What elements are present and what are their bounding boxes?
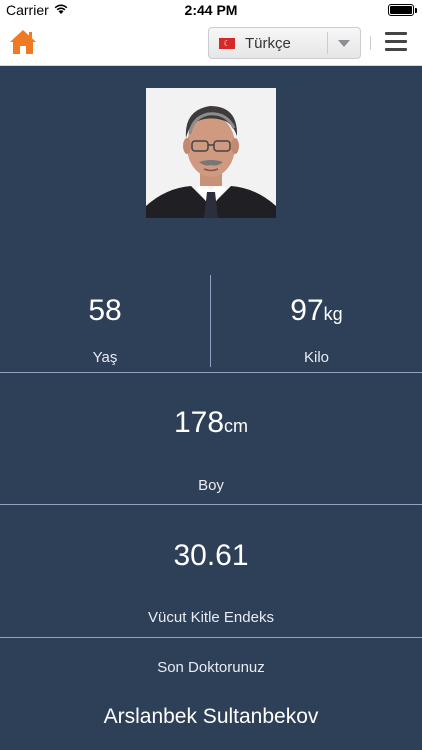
turkey-flag-icon: ☾: [219, 38, 235, 49]
bmi-label: Vücut Kitle Endeks: [148, 609, 274, 626]
hamburger-menu-icon[interactable]: [385, 32, 407, 52]
weight-number: 97: [290, 294, 324, 327]
divider-3: [0, 637, 422, 638]
weight-value: 97kg: [211, 294, 422, 328]
age-label: Yaş: [92, 349, 118, 366]
language-select-divider: [327, 32, 328, 54]
height-value: 178cm: [0, 406, 422, 440]
weight-label: Kilo: [303, 349, 329, 366]
weight-unit: kg: [323, 304, 343, 324]
age-value: 58: [0, 294, 210, 328]
height-number: 178: [173, 406, 225, 439]
last-doctor-label: Son Doktorunuz: [157, 659, 265, 676]
top-nav: ☾ Türkçe: [0, 20, 422, 66]
height-unit: cm: [224, 416, 249, 436]
bmi-value: 30.61: [173, 539, 249, 572]
status-bar: Carrier 2:44 PM: [0, 0, 422, 20]
status-time: 2:44 PM: [184, 2, 238, 18]
divider-1: [0, 372, 422, 373]
age-number: 58: [88, 294, 122, 327]
nav-separator: [370, 36, 371, 50]
home-icon[interactable]: [8, 27, 38, 57]
language-label: Türkçe: [245, 35, 291, 52]
battery-icon: [388, 4, 417, 16]
language-select[interactable]: ☾ Türkçe: [208, 27, 361, 59]
profile-photo: [146, 88, 276, 218]
height-label: Boy: [198, 477, 224, 494]
doctor-name: Arslanbek Sultanbekov: [103, 705, 319, 728]
divider-2: [0, 504, 422, 505]
chevron-down-icon[interactable]: [338, 40, 350, 47]
